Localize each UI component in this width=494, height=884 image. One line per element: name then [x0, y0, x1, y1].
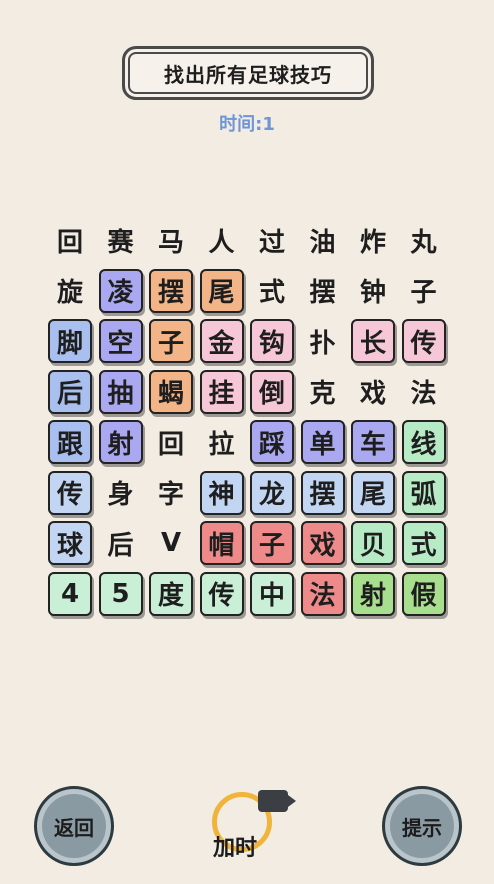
- grid-cell[interactable]: 式: [250, 269, 294, 313]
- grid-cell[interactable]: 龙: [250, 470, 294, 515]
- character-grid: 回赛马人过油炸丸旋凌摆尾式摆钟子脚空子金钩扑长传后抽蝎挂倒克戏法跟射回拉踩单车线…: [48, 218, 448, 616]
- grid-cell[interactable]: 凌: [98, 268, 143, 313]
- grid-cell[interactable]: 摆: [300, 470, 345, 515]
- grid-cell[interactable]: 4: [48, 571, 92, 616]
- grid-cell[interactable]: 蝎: [149, 369, 193, 414]
- grid-cell[interactable]: 子: [149, 319, 193, 363]
- grid-cell[interactable]: 法: [300, 571, 345, 616]
- grid-cell[interactable]: 字: [149, 471, 193, 515]
- grid-cell[interactable]: 线: [401, 420, 446, 464]
- video-icon: [258, 790, 296, 812]
- grid-cell[interactable]: 抽: [98, 369, 143, 414]
- grid-row: 跟射回拉踩单车线: [48, 420, 448, 464]
- grid-cell[interactable]: 车: [351, 420, 395, 464]
- puzzle-title-banner: 找出所有足球技巧: [122, 46, 374, 100]
- grid-cell[interactable]: 踩: [250, 420, 294, 464]
- grid-cell[interactable]: 克: [301, 370, 345, 414]
- grid-cell[interactable]: 尾: [351, 470, 395, 515]
- hint-button-label: 提示: [402, 815, 442, 840]
- grid-cell[interactable]: 中: [250, 571, 294, 616]
- grid-cell[interactable]: 过: [250, 218, 294, 262]
- grid-cell[interactable]: 炸: [351, 218, 395, 262]
- grid-cell[interactable]: 贝: [351, 521, 395, 565]
- grid-cell[interactable]: 人: [200, 218, 244, 262]
- grid-cell[interactable]: V: [149, 521, 193, 565]
- grid-cell[interactable]: 回: [149, 420, 193, 464]
- grid-row: 球后V帽子戏贝式: [48, 521, 448, 565]
- grid-cell[interactable]: 摆: [301, 269, 345, 313]
- add-time-button[interactable]: 加时: [200, 790, 300, 870]
- grid-cell[interactable]: 钟: [351, 269, 395, 313]
- grid-cell[interactable]: 摆: [149, 268, 193, 313]
- grid-cell[interactable]: 马: [149, 218, 193, 262]
- grid-row: 45度传中法射假: [48, 571, 448, 616]
- grid-row: 后抽蝎挂倒克戏法: [48, 369, 448, 414]
- grid-cell[interactable]: 子: [402, 269, 446, 313]
- grid-cell[interactable]: 赛: [99, 218, 143, 262]
- grid-cell[interactable]: 射: [351, 571, 395, 616]
- grid-cell[interactable]: 倒: [250, 369, 294, 414]
- back-button-label: 返回: [54, 815, 94, 840]
- puzzle-title: 找出所有足球技巧: [164, 62, 332, 87]
- grid-cell[interactable]: 戏: [300, 521, 345, 565]
- grid-cell[interactable]: 油: [301, 218, 345, 262]
- grid-row: 旋凌摆尾式摆钟子: [48, 268, 448, 313]
- grid-cell[interactable]: 帽: [199, 521, 244, 565]
- add-time-label: 加时: [212, 836, 257, 861]
- grid-cell[interactable]: 跟: [48, 420, 92, 464]
- grid-cell[interactable]: 弧: [401, 470, 446, 515]
- hint-button[interactable]: 提示: [382, 786, 462, 866]
- grid-cell[interactable]: 钩: [250, 319, 294, 363]
- grid-cell[interactable]: 旋: [48, 269, 92, 313]
- grid-cell[interactable]: 传: [401, 319, 446, 363]
- grid-cell[interactable]: 挂: [199, 369, 244, 414]
- grid-cell[interactable]: 扑: [301, 319, 345, 363]
- grid-cell[interactable]: 后: [48, 369, 92, 414]
- grid-cell[interactable]: 式: [401, 521, 446, 565]
- grid-cell[interactable]: 空: [98, 319, 143, 363]
- grid-cell[interactable]: 长: [351, 319, 395, 363]
- grid-cell[interactable]: 假: [401, 571, 446, 616]
- grid-cell[interactable]: 神: [199, 470, 244, 515]
- grid-cell[interactable]: 丸: [402, 218, 446, 262]
- grid-row: 脚空子金钩扑长传: [48, 319, 448, 363]
- grid-cell[interactable]: 脚: [48, 319, 92, 363]
- grid-cell[interactable]: 传: [199, 571, 244, 616]
- grid-cell[interactable]: 法: [402, 370, 446, 414]
- grid-cell[interactable]: 子: [250, 521, 294, 565]
- grid-cell[interactable]: 尾: [199, 268, 244, 313]
- grid-cell[interactable]: 度: [149, 571, 193, 616]
- grid-cell[interactable]: 金: [199, 319, 244, 363]
- grid-row: 回赛马人过油炸丸: [48, 218, 448, 262]
- back-button[interactable]: 返回: [34, 786, 114, 866]
- timer-display: 时间:1: [219, 114, 275, 135]
- grid-cell[interactable]: 5: [98, 571, 143, 616]
- grid-row: 传身字神龙摆尾弧: [48, 470, 448, 515]
- grid-cell[interactable]: 后: [99, 521, 143, 565]
- grid-cell[interactable]: 射: [98, 420, 143, 464]
- grid-cell[interactable]: 身: [99, 471, 143, 515]
- grid-cell[interactable]: 回: [48, 218, 92, 262]
- grid-cell[interactable]: 球: [48, 521, 92, 565]
- grid-cell[interactable]: 戏: [351, 370, 395, 414]
- grid-cell[interactable]: 传: [48, 470, 92, 515]
- grid-cell[interactable]: 单: [300, 420, 345, 464]
- grid-cell[interactable]: 拉: [200, 420, 244, 464]
